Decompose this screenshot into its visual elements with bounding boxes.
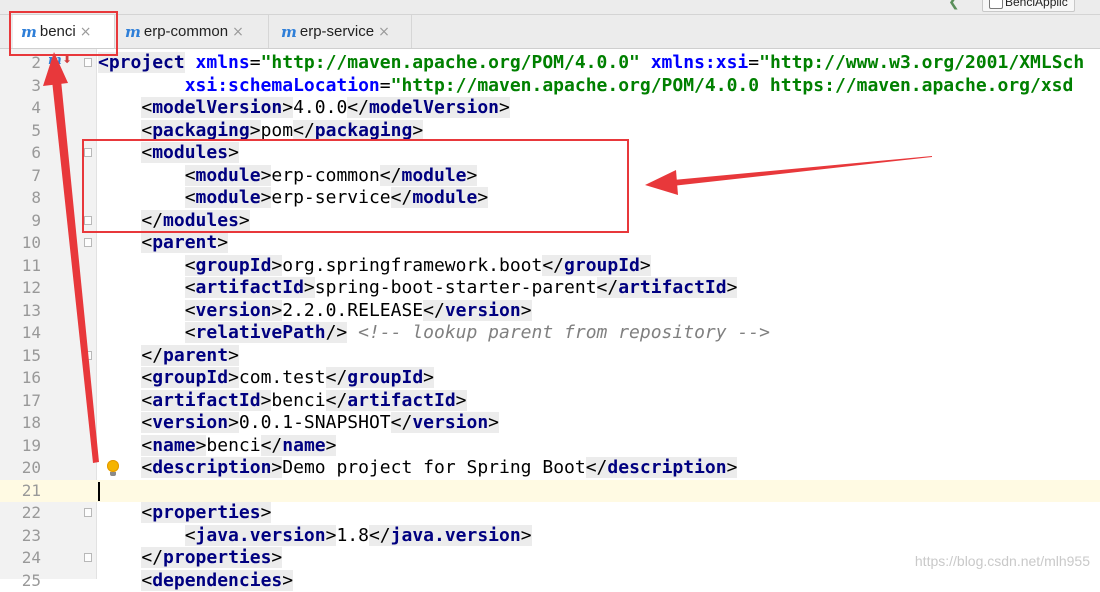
- code-text: <version>0.0.1-SNAPSHOT</version>: [98, 412, 499, 435]
- annotation-box-tab: [9, 11, 118, 56]
- line-number: 7: [0, 165, 41, 188]
- code-text: </properties>: [98, 547, 282, 570]
- code-text: <artifactId>spring-boot-starter-parent</…: [98, 277, 737, 300]
- code-text: <relativePath/> <!-- lookup parent from …: [98, 322, 770, 345]
- fold-marker-icon[interactable]: [84, 508, 92, 517]
- line-number: 24: [0, 547, 41, 570]
- code-text: </parent>: [98, 345, 239, 368]
- code-text: xsi:schemaLocation="http://maven.apache.…: [98, 75, 1073, 98]
- code-line: 19 <name>benci</name>: [0, 435, 1100, 458]
- run-configuration-selector[interactable]: BenciApplic: [982, 0, 1075, 12]
- line-number: 12: [0, 277, 41, 300]
- run-config-icon: [989, 0, 1003, 9]
- line-number: 11: [0, 255, 41, 278]
- line-number: 20: [0, 457, 41, 480]
- code-line: 22 <properties>: [0, 502, 1100, 525]
- line-number: 21: [0, 480, 41, 503]
- tab-erp-common[interactable]: m erp-common ×: [117, 15, 269, 48]
- annotation-box-modules: [82, 139, 629, 233]
- text-caret: [98, 482, 100, 501]
- code-line: 13 <version>2.2.0.RELEASE</version>: [0, 300, 1100, 323]
- fold-marker-icon[interactable]: [84, 351, 92, 360]
- code-line: 23 <java.version>1.8</java.version>: [0, 525, 1100, 548]
- code-line: 10 <parent>: [0, 232, 1100, 255]
- code-line: 20 <description>Demo project for Spring …: [0, 457, 1100, 480]
- line-number: 4: [0, 97, 41, 120]
- line-number: 6: [0, 142, 41, 165]
- line-number: 16: [0, 367, 41, 390]
- code-text: <groupId>org.springframework.boot</group…: [98, 255, 651, 278]
- fold-marker-icon[interactable]: [84, 58, 92, 67]
- title-strip: ❮ BenciApplic: [0, 0, 1100, 15]
- maven-m-icon: m: [281, 23, 297, 41]
- line-number: 15: [0, 345, 41, 368]
- code-text: <description>Demo project for Spring Boo…: [98, 457, 737, 480]
- chevron-icon[interactable]: ❮: [948, 0, 960, 10]
- line-number: 13: [0, 300, 41, 323]
- code-line: 11 <groupId>org.springframework.boot</gr…: [0, 255, 1100, 278]
- line-number: 25: [0, 570, 41, 592]
- watermark: https://blog.csdn.net/mlh955: [915, 553, 1090, 569]
- code-line: 2 m ⬇ <project xmlns="http://maven.apach…: [0, 52, 1100, 75]
- line-number: 9: [0, 210, 41, 233]
- code-line: 14 <relativePath/> <!-- lookup parent fr…: [0, 322, 1100, 345]
- line-number: 8: [0, 187, 41, 210]
- line-number: 23: [0, 525, 41, 548]
- code-text: <dependencies>: [98, 570, 293, 592]
- line-number: 14: [0, 322, 41, 345]
- code-text: <version>2.2.0.RELEASE</version>: [98, 300, 532, 323]
- code-text: <properties>: [98, 502, 271, 525]
- line-number: 5: [0, 120, 41, 143]
- line-number: 18: [0, 412, 41, 435]
- code-line: 25 <dependencies>: [0, 570, 1100, 592]
- fold-marker-icon[interactable]: [84, 553, 92, 562]
- tab-label: erp-service: [300, 23, 374, 40]
- line-number: 19: [0, 435, 41, 458]
- current-code-line[interactable]: 21: [0, 480, 1100, 503]
- tab-erp-service[interactable]: m erp-service ×: [273, 15, 412, 48]
- code-text: <artifactId>benci</artifactId>: [98, 390, 467, 413]
- code-editor[interactable]: 2 m ⬇ <project xmlns="http://maven.apach…: [0, 49, 1100, 579]
- code-text: <name>benci</name>: [98, 435, 336, 458]
- code-text: <java.version>1.8</java.version>: [98, 525, 532, 548]
- maven-m-icon: m: [125, 23, 141, 41]
- code-line: 4 <modelVersion>4.0.0</modelVersion>: [0, 97, 1100, 120]
- code-line: 3 xsi:schemaLocation="http://maven.apach…: [0, 75, 1100, 98]
- line-number: 10: [0, 232, 41, 255]
- code-line: 15 </parent>: [0, 345, 1100, 368]
- fold-marker-icon[interactable]: [84, 238, 92, 247]
- editor-tab-bar: m benci × m erp-common × m erp-service ×: [0, 15, 1100, 49]
- code-line: 18 <version>0.0.1-SNAPSHOT</version>: [0, 412, 1100, 435]
- run-config-label: BenciApplic: [1005, 0, 1068, 9]
- tab-label: erp-common: [144, 23, 228, 40]
- code-line: 12 <artifactId>spring-boot-starter-paren…: [0, 277, 1100, 300]
- code-line: 16 <groupId>com.test</groupId>: [0, 367, 1100, 390]
- code-line: 17 <artifactId>benci</artifactId>: [0, 390, 1100, 413]
- code-text: <parent>: [98, 232, 228, 255]
- close-icon[interactable]: ×: [378, 24, 390, 40]
- line-number: 22: [0, 502, 41, 525]
- code-text: <modelVersion>4.0.0</modelVersion>: [98, 97, 510, 120]
- code-text: <groupId>com.test</groupId>: [98, 367, 434, 390]
- close-icon[interactable]: ×: [232, 24, 244, 40]
- line-number: 17: [0, 390, 41, 413]
- code-text: <project xmlns="http://maven.apache.org/…: [98, 52, 1084, 75]
- line-number: 3: [0, 75, 41, 98]
